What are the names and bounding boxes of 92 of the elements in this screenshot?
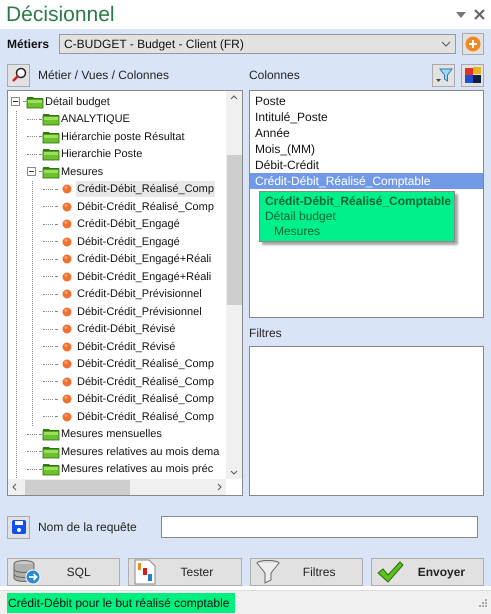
tree-item[interactable]: Débit-Crédit_Réalisé_Comp bbox=[76, 391, 215, 408]
dropdown-icon[interactable] bbox=[456, 12, 466, 18]
tree-item[interactable]: Débit-Crédit_Réalisé_Comp bbox=[76, 374, 215, 390]
dot-icon bbox=[62, 272, 72, 282]
tooltip-line: Détail budget bbox=[265, 209, 337, 224]
checkmark-icon bbox=[376, 560, 404, 584]
status-text: Crédit-Débit pour le but réalisé comptable bbox=[7, 592, 236, 612]
chevron-down-icon bbox=[441, 41, 451, 47]
dot-icon bbox=[62, 184, 72, 194]
horizontal-scrollbar[interactable] bbox=[8, 479, 226, 495]
dot-icon bbox=[62, 236, 72, 247]
database-icon bbox=[12, 559, 42, 585]
tree-item[interactable]: Débit-Crédit_Réalisé_Comp bbox=[76, 198, 215, 215]
dot-icon bbox=[62, 342, 72, 352]
tree-item[interactable]: Crédit-Débit_Réalisé_Comp bbox=[76, 181, 215, 198]
filters-panel-label: Filtres bbox=[249, 325, 283, 342]
tree-item[interactable]: Hierarchie Poste bbox=[60, 146, 144, 162]
tree-item[interactable]: Mesures relatives au mois préc bbox=[60, 461, 214, 478]
collapse-icon[interactable] bbox=[11, 97, 20, 106]
request-name-label: Nom de la requête bbox=[38, 519, 138, 536]
search-button[interactable] bbox=[7, 64, 30, 86]
save-button[interactable] bbox=[7, 516, 30, 538]
tree-item[interactable]: Mesures mensuelles bbox=[60, 426, 163, 442]
tree-item[interactable]: Débit-Crédit_Réalisé_Comp bbox=[76, 408, 215, 425]
scroll-down-icon[interactable] bbox=[230, 470, 238, 475]
tree-item[interactable]: Détail budget bbox=[44, 94, 111, 110]
tree-item[interactable]: Crédit-Débit_Révisé bbox=[76, 321, 176, 338]
dot-icon bbox=[62, 219, 72, 230]
filter-dropdown-button[interactable] bbox=[432, 64, 455, 86]
funnel-icon bbox=[254, 559, 280, 585]
tooltip-title: Crédit-Débit_Réalisé_Comptable bbox=[265, 194, 449, 209]
window-title: Décisionnel bbox=[6, 2, 115, 28]
folder-icon bbox=[42, 427, 60, 442]
scroll-right-icon[interactable] bbox=[217, 483, 222, 491]
funnel-icon bbox=[434, 67, 452, 83]
tree-item[interactable]: Débit-Crédit_Prévisionnel bbox=[76, 304, 203, 320]
tree-item[interactable]: Débit-Crédit_Réalisé_Comp bbox=[76, 356, 215, 372]
action-button[interactable]: Tester bbox=[128, 558, 242, 586]
columns-panel-label: Colonnes bbox=[249, 67, 300, 84]
tree-item[interactable]: Crédit-Débit_Engagé+Réali bbox=[76, 251, 212, 268]
floppy-icon bbox=[10, 519, 26, 535]
tree-item[interactable]: Mesures relatives au mois dema bbox=[60, 444, 220, 460]
tree-item[interactable]: Hiérarchie poste Résultat bbox=[60, 128, 186, 145]
dot-icon bbox=[62, 289, 72, 300]
metiers-dropdown[interactable]: C-BUDGET - Budget - Client (FR) bbox=[59, 34, 456, 54]
scroll-thumb[interactable] bbox=[226, 155, 242, 305]
puzzle-button[interactable] bbox=[461, 64, 484, 86]
dot-icon bbox=[62, 376, 72, 387]
request-name-field[interactable] bbox=[161, 516, 478, 538]
folder-icon bbox=[42, 147, 60, 162]
tree-panel-label: Métier / Vues / Colonnes bbox=[38, 67, 169, 84]
folder-icon bbox=[42, 112, 60, 126]
dot-icon bbox=[62, 254, 72, 264]
close-icon[interactable] bbox=[474, 9, 485, 20]
scroll-left-icon[interactable] bbox=[12, 483, 17, 491]
column-item[interactable]: Mois_(MM) bbox=[250, 141, 483, 157]
puzzle-icon bbox=[464, 66, 482, 84]
dot-icon bbox=[62, 412, 72, 422]
folder-icon bbox=[42, 444, 60, 459]
tree-item[interactable]: Débit-Crédit_Révisé bbox=[76, 338, 176, 355]
tooltip-line: Mesures bbox=[273, 224, 322, 239]
folder-icon bbox=[42, 462, 60, 476]
dot-icon bbox=[62, 394, 72, 404]
scroll-up-icon[interactable] bbox=[230, 95, 238, 100]
action-button[interactable]: Filtres bbox=[250, 558, 363, 586]
metiers-label: Métiers bbox=[7, 36, 50, 53]
tree-item[interactable]: Débit-Crédit_Engagé+Réali bbox=[76, 268, 212, 285]
vertical-scrollbar[interactable] bbox=[226, 91, 242, 479]
column-item[interactable]: Intitulé_Poste bbox=[250, 109, 483, 125]
dot-icon bbox=[62, 324, 72, 334]
column-item[interactable]: Poste bbox=[250, 93, 483, 109]
scroll-thumb[interactable] bbox=[25, 480, 130, 494]
collapse-icon[interactable] bbox=[27, 167, 36, 176]
column-item[interactable]: Débit-Crédit bbox=[250, 157, 483, 173]
action-button[interactable]: SQL bbox=[7, 558, 120, 586]
folder-icon bbox=[42, 130, 60, 144]
column-item[interactable]: Année bbox=[250, 125, 483, 141]
tree-item[interactable]: ANALYTIQUE bbox=[60, 111, 131, 128]
tree-item[interactable]: Crédit-Débit_Prévisionnel bbox=[76, 286, 203, 302]
tree-item[interactable]: Mesures bbox=[60, 164, 104, 180]
folder-icon bbox=[42, 164, 60, 179]
tree-item[interactable]: Débit-Crédit_Engagé bbox=[76, 234, 181, 250]
dot-icon bbox=[62, 202, 72, 212]
dot-icon bbox=[62, 359, 72, 370]
search-icon bbox=[10, 67, 26, 83]
action-button[interactable]: Envoyer bbox=[370, 558, 484, 586]
resize-grip-icon[interactable] bbox=[479, 598, 487, 606]
plus-icon bbox=[465, 36, 481, 52]
folder-icon bbox=[26, 94, 44, 109]
tree-item[interactable]: Crédit-Débit_Engagé bbox=[76, 216, 181, 232]
dot-icon bbox=[62, 306, 72, 317]
numbers-icon bbox=[133, 559, 158, 585]
